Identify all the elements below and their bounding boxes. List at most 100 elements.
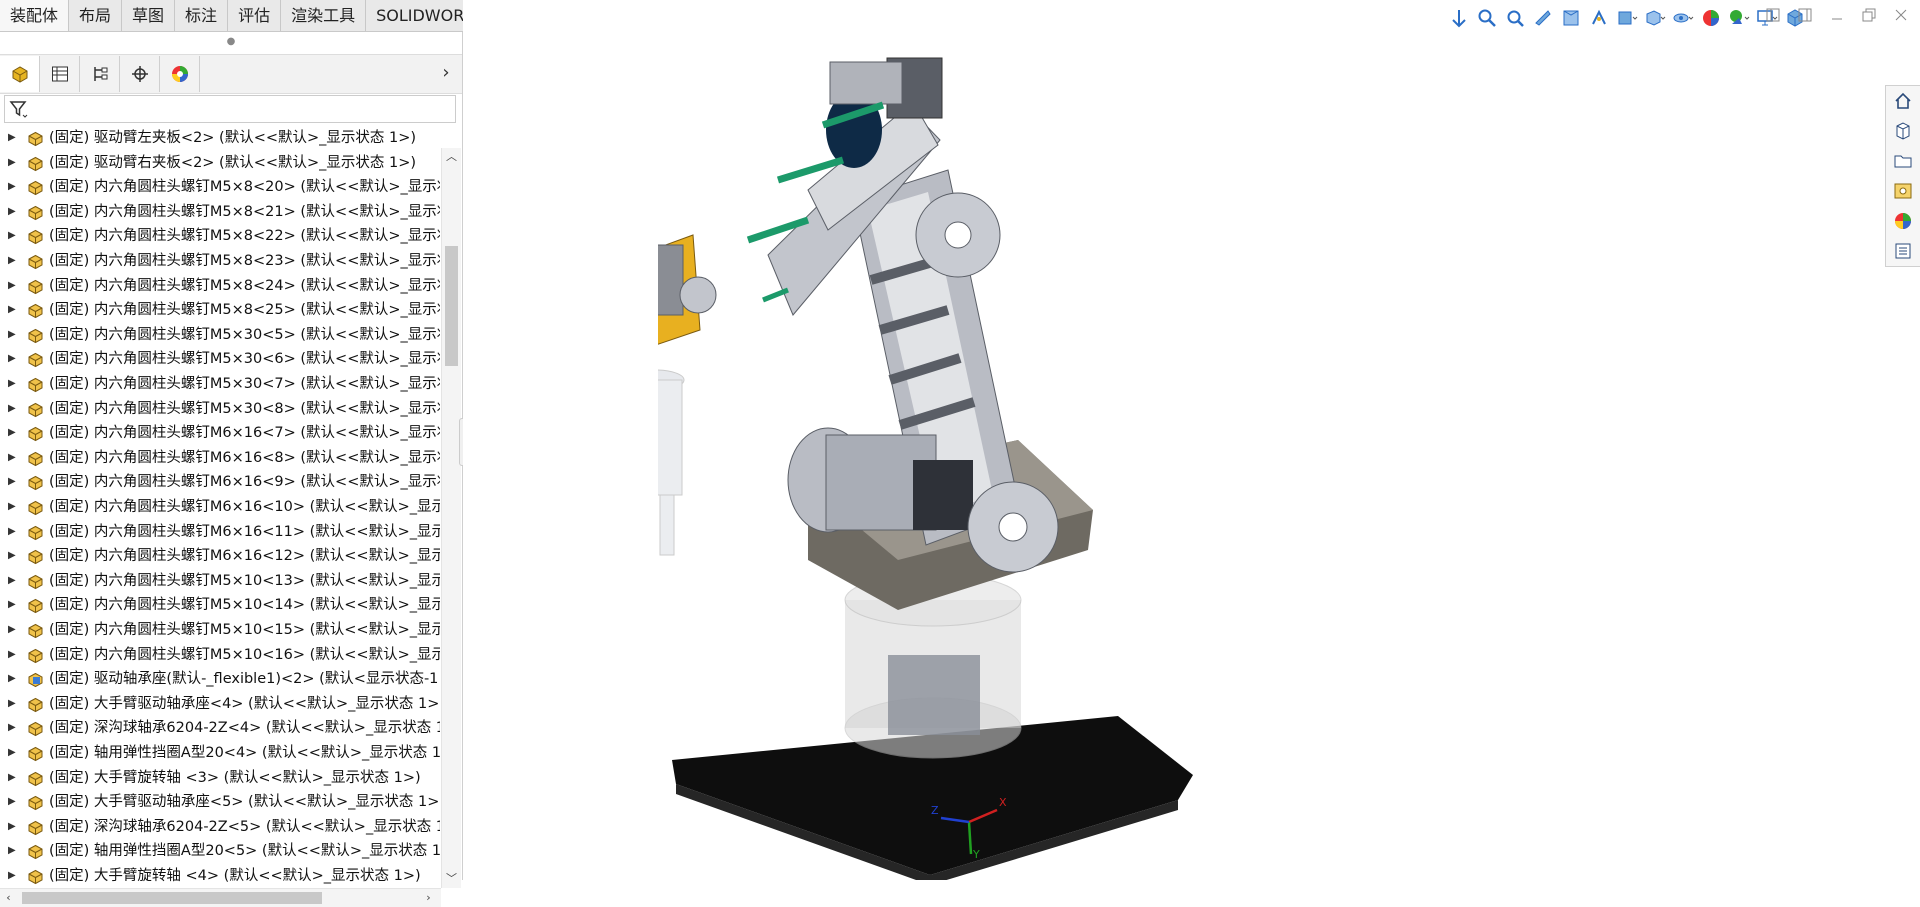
- tree-item[interactable]: ▶ (固定) 内六角圆柱头螺钉M5×10<14> (默认<<默认>_显示状态: [0, 593, 440, 617]
- expand-arrow-icon[interactable]: ▶: [8, 544, 18, 568]
- tree-item[interactable]: ▶ (固定) 内六角圆柱头螺钉M5×30<5> (默认<<默认>_显示状态: [0, 323, 440, 347]
- tree-item[interactable]: ▶ (固定) 内六角圆柱头螺钉M6×16<12> (默认<<默认>_显示状态: [0, 544, 440, 568]
- minimize-icon[interactable]: [1828, 6, 1846, 24]
- tree-item[interactable]: ▶ (固定) 大手臂旋转轴 <3> (默认<<默认>_显示状态 1>): [0, 766, 440, 790]
- panel-grip[interactable]: ●: [0, 32, 462, 52]
- dimxpert-tab[interactable]: [120, 56, 160, 92]
- display-style-icon[interactable]: [1616, 7, 1638, 29]
- tree-item[interactable]: ▶ (固定) 驱动臂右夹板<2> (默认<<默认>_显示状态 1>): [0, 151, 440, 175]
- tree-item[interactable]: ▶ (固定) 内六角圆柱头螺钉M6×16<9> (默认<<默认>_显示状态: [0, 470, 440, 494]
- tree-item[interactable]: ▶ (固定) 内六角圆柱头螺钉M5×30<7> (默认<<默认>_显示状态: [0, 372, 440, 396]
- tree-vertical-scrollbar[interactable]: ︿ ﹀: [441, 148, 461, 888]
- edit-appearance-icon[interactable]: [1672, 7, 1694, 29]
- expand-arrow-icon[interactable]: ▶: [8, 397, 18, 421]
- expand-arrow-icon[interactable]: ▶: [8, 249, 18, 273]
- tab-5[interactable]: 渲染工具: [281, 0, 367, 31]
- file-explorer-icon[interactable]: [1886, 146, 1920, 176]
- tree-item[interactable]: ▶ (固定) 内六角圆柱头螺钉M5×8<20> (默认<<默认>_显示状态: [0, 175, 440, 199]
- expand-arrow-icon[interactable]: ▶: [8, 520, 18, 544]
- expand-arrow-icon[interactable]: ▶: [8, 298, 18, 322]
- chevron-right-icon[interactable]: ›: [436, 63, 456, 83]
- apply-scene-icon[interactable]: [1700, 7, 1722, 29]
- tree-filter-input[interactable]: [4, 95, 456, 123]
- zoom-to-area-icon[interactable]: [1476, 7, 1498, 29]
- tree-item[interactable]: ▶ (固定) 驱动轴承座(默认-_flexible1)<2> (默认<显示状态-1: [0, 667, 440, 691]
- feature-manager-tab[interactable]: [0, 56, 40, 92]
- expand-arrow-icon[interactable]: ▶: [8, 421, 18, 445]
- filter-icon[interactable]: [9, 99, 29, 119]
- tile-left-icon[interactable]: [1764, 6, 1782, 24]
- configuration-manager-tab[interactable]: [80, 56, 120, 92]
- tab-0[interactable]: 装配体: [0, 0, 70, 31]
- expand-arrow-icon[interactable]: ▶: [8, 224, 18, 248]
- expand-arrow-icon[interactable]: ▶: [8, 716, 18, 740]
- tree-item[interactable]: ▶ (固定) 内六角圆柱头螺钉M5×10<16> (默认<<默认>_显示状态: [0, 643, 440, 667]
- tree-item[interactable]: ▶ (固定) 深沟球轴承6204-2Z<4> (默认<<默认>_显示状态 1: [0, 716, 440, 740]
- expand-arrow-icon[interactable]: ▶: [8, 126, 18, 150]
- scroll-right-icon[interactable]: ›: [422, 891, 435, 905]
- expand-arrow-icon[interactable]: ▶: [8, 839, 18, 863]
- tree-item[interactable]: ▶ (固定) 内六角圆柱头螺钉M6×16<8> (默认<<默认>_显示状态: [0, 446, 440, 470]
- custom-properties-icon[interactable]: [1886, 236, 1920, 266]
- tree-item[interactable]: ▶ (固定) 内六角圆柱头螺钉M5×8<25> (默认<<默认>_显示状态: [0, 298, 440, 322]
- expand-arrow-icon[interactable]: ▶: [8, 470, 18, 494]
- appearances-icon[interactable]: [1886, 206, 1920, 236]
- expand-arrow-icon[interactable]: ▶: [8, 347, 18, 371]
- expand-arrow-icon[interactable]: ▶: [8, 864, 18, 888]
- expand-arrow-icon[interactable]: ▶: [8, 200, 18, 224]
- tab-3[interactable]: 标注: [175, 0, 229, 31]
- display-manager-tab[interactable]: [160, 56, 200, 92]
- tree-item[interactable]: ▶ (固定) 大手臂驱动轴承座<5> (默认<<默认>_显示状态 1>): [0, 790, 440, 814]
- expand-arrow-icon[interactable]: ▶: [8, 151, 18, 175]
- scrollbar-thumb[interactable]: [445, 246, 458, 366]
- tree-item[interactable]: ▶ (固定) 内六角圆柱头螺钉M6×16<10> (默认<<默认>_显示状态: [0, 495, 440, 519]
- scroll-up-icon[interactable]: ︿: [445, 150, 458, 164]
- tree-item[interactable]: ▶ (固定) 深沟球轴承6204-2Z<5> (默认<<默认>_显示状态 1: [0, 815, 440, 839]
- dynamic-annotation-icon[interactable]: [1560, 7, 1582, 29]
- robot-arm-model[interactable]: [658, 40, 1428, 880]
- tree-item[interactable]: ▶ (固定) 轴用弹性挡圈A型20<4> (默认<<默认>_显示状态 1: [0, 741, 440, 765]
- property-manager-tab[interactable]: [40, 56, 80, 92]
- graphics-viewport[interactable]: X Z Y: [463, 0, 1920, 880]
- expand-arrow-icon[interactable]: ▶: [8, 692, 18, 716]
- expand-arrow-icon[interactable]: ▶: [8, 569, 18, 593]
- home-icon[interactable]: [1886, 86, 1920, 116]
- restore-icon[interactable]: [1860, 6, 1878, 24]
- expand-arrow-icon[interactable]: ▶: [8, 815, 18, 839]
- expand-arrow-icon[interactable]: ▶: [8, 766, 18, 790]
- expand-arrow-icon[interactable]: ▶: [8, 446, 18, 470]
- zoom-to-fit-icon[interactable]: [1448, 7, 1470, 29]
- expand-arrow-icon[interactable]: ▶: [8, 175, 18, 199]
- expand-arrow-icon[interactable]: ▶: [8, 741, 18, 765]
- expand-arrow-icon[interactable]: ▶: [8, 323, 18, 347]
- scroll-left-icon[interactable]: ‹: [2, 891, 15, 905]
- tree-item[interactable]: ▶ (固定) 轴用弹性挡圈A型20<5> (默认<<默认>_显示状态 1: [0, 839, 440, 863]
- expand-arrow-icon[interactable]: ▶: [8, 372, 18, 396]
- expand-arrow-icon[interactable]: ▶: [8, 495, 18, 519]
- tree-horizontal-scrollbar[interactable]: ‹ ›: [0, 888, 441, 907]
- tree-item[interactable]: ▶ (固定) 内六角圆柱头螺钉M5×8<21> (默认<<默认>_显示状态: [0, 200, 440, 224]
- tab-1[interactable]: 布局: [69, 0, 123, 31]
- hide-show-items-icon[interactable]: [1644, 7, 1666, 29]
- tree-item[interactable]: ▶ (固定) 大手臂旋转轴 <4> (默认<<默认>_显示状态 1>): [0, 864, 440, 888]
- view-palette-icon[interactable]: [1886, 176, 1920, 206]
- tree-item[interactable]: ▶ (固定) 内六角圆柱头螺钉M5×8<23> (默认<<默认>_显示状态: [0, 249, 440, 273]
- expand-arrow-icon[interactable]: ▶: [8, 667, 18, 691]
- tree-item[interactable]: ▶ (固定) 内六角圆柱头螺钉M5×30<6> (默认<<默认>_显示状态: [0, 347, 440, 371]
- design-library-icon[interactable]: [1886, 116, 1920, 146]
- view-settings-icon[interactable]: [1728, 7, 1750, 29]
- tree-item[interactable]: ▶ (固定) 驱动臂左夹板<2> (默认<<默认>_显示状态 1>): [0, 126, 440, 150]
- tree-item[interactable]: ▶ (固定) 内六角圆柱头螺钉M5×30<8> (默认<<默认>_显示状态: [0, 397, 440, 421]
- expand-arrow-icon[interactable]: ▶: [8, 593, 18, 617]
- tab-4[interactable]: 评估: [228, 0, 282, 31]
- tree-item[interactable]: ▶ (固定) 内六角圆柱头螺钉M6×16<11> (默认<<默认>_显示状态: [0, 520, 440, 544]
- tab-2[interactable]: 草图: [122, 0, 176, 31]
- tree-item[interactable]: ▶ (固定) 内六角圆柱头螺钉M6×16<7> (默认<<默认>_显示状态: [0, 421, 440, 445]
- scroll-down-icon[interactable]: ﹀: [445, 872, 458, 886]
- tree-item[interactable]: ▶ (固定) 内六角圆柱头螺钉M5×8<22> (默认<<默认>_显示状态: [0, 224, 440, 248]
- tree-item[interactable]: ▶ (固定) 内六角圆柱头螺钉M5×10<13> (默认<<默认>_显示状态: [0, 569, 440, 593]
- scrollbar-thumb[interactable]: [22, 892, 322, 904]
- tile-right-icon[interactable]: [1796, 6, 1814, 24]
- tree-item[interactable]: ▶ (固定) 内六角圆柱头螺钉M5×8<24> (默认<<默认>_显示状态: [0, 274, 440, 298]
- view-orientation-icon[interactable]: [1588, 7, 1610, 29]
